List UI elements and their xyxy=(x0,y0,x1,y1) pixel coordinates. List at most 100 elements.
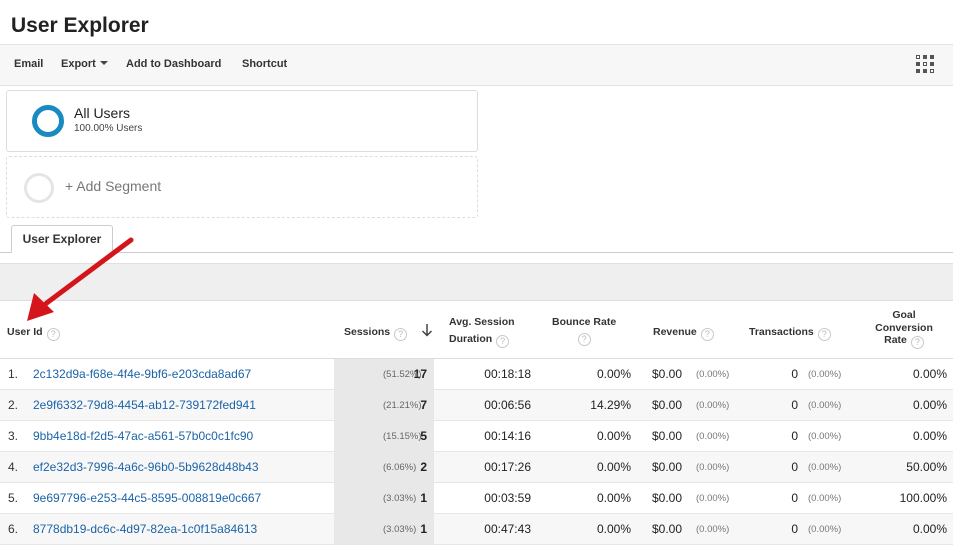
row-index: 4. xyxy=(8,460,19,474)
revenue-percent: (0.00%) xyxy=(696,369,730,380)
revenue-percent: (0.00%) xyxy=(696,431,730,442)
revenue-value: $0.00 xyxy=(652,398,683,412)
sessions-value: 1 xyxy=(420,522,427,536)
sessions-percent: (3.03%) xyxy=(383,524,417,535)
page-title: User Explorer xyxy=(11,14,149,37)
help-icon[interactable]: ? xyxy=(577,333,591,346)
segment-ring-icon xyxy=(32,105,64,137)
transactions-value: 0 xyxy=(791,367,798,381)
header-user-id[interactable]: User Id? xyxy=(7,326,60,341)
transactions-value: 0 xyxy=(791,491,798,505)
revenue-value: $0.00 xyxy=(652,429,683,443)
header-sessions-label: Sessions xyxy=(344,326,391,338)
table-row: 6. 8778db19-dc6c-4d97-82ea-1c0f15a84613 … xyxy=(0,514,953,545)
header-avg-session-line1: Avg. Session xyxy=(449,316,515,328)
bounce-rate: 0.00% xyxy=(596,429,631,443)
row-index: 1. xyxy=(8,367,19,381)
help-icon[interactable]: ? xyxy=(46,328,60,341)
header-goal-line1: Goal xyxy=(892,309,916,321)
user-id-link[interactable]: 2c132d9a-f68e-4f4e-9bf6-e203cda8ad67 xyxy=(33,367,251,381)
row-index: 6. xyxy=(8,522,19,536)
export-label: Export xyxy=(61,58,96,70)
transactions-value: 0 xyxy=(791,398,798,412)
goal-conversion-rate: 100.00% xyxy=(899,491,947,505)
row-index: 5. xyxy=(8,491,19,505)
bounce-rate: 14.29% xyxy=(590,398,631,412)
transactions-percent: (0.00%) xyxy=(808,400,842,411)
avg-session-duration: 00:47:43 xyxy=(484,522,531,536)
grid-icon[interactable] xyxy=(916,55,934,73)
avg-session-duration: 00:18:18 xyxy=(484,367,531,381)
empty-ring-icon xyxy=(24,173,54,203)
user-id-link[interactable]: ef2e32d3-7996-4a6c-96b0-5b9628d48b43 xyxy=(33,460,259,474)
user-id-link[interactable]: 9bb4e18d-f2d5-47ac-a561-57b0c0c1fc90 xyxy=(33,429,253,443)
header-user-id-label: User Id xyxy=(7,326,43,338)
sessions-percent: (21.21%) xyxy=(383,400,422,411)
tab-user-explorer[interactable]: User Explorer xyxy=(11,225,113,253)
header-goal-line2: Conversion xyxy=(875,321,933,334)
table-row: 2. 2e9f6332-79d8-4454-ab12-739172fed941 … xyxy=(0,390,953,421)
transactions-percent: (0.00%) xyxy=(808,431,842,442)
help-icon[interactable]: ? xyxy=(700,328,714,341)
email-button[interactable]: Email xyxy=(14,58,43,70)
sessions-percent: (6.06%) xyxy=(383,462,417,473)
header-revenue-label: Revenue xyxy=(653,326,697,338)
header-revenue[interactable]: Revenue? xyxy=(653,326,714,341)
tab-divider xyxy=(0,252,953,253)
user-id-link[interactable]: 9e697796-e253-44c5-8595-008819e0c667 xyxy=(33,491,261,505)
table-row: 1. 2c132d9a-f68e-4f4e-9bf6-e203cda8ad67 … xyxy=(0,359,953,390)
table-header: User Id? Sessions? Avg. Session Duration… xyxy=(0,300,953,359)
user-id-link[interactable]: 8778db19-dc6c-4d97-82ea-1c0f15a84613 xyxy=(33,522,257,536)
sessions-percent: (3.03%) xyxy=(383,493,417,504)
bounce-rate: 0.00% xyxy=(596,491,631,505)
caret-down-icon xyxy=(99,61,108,65)
header-sessions[interactable]: Sessions? xyxy=(344,326,408,341)
shortcut-button[interactable]: Shortcut xyxy=(242,58,287,70)
revenue-percent: (0.00%) xyxy=(696,462,730,473)
goal-conversion-rate: 50.00% xyxy=(906,460,947,474)
transactions-percent: (0.00%) xyxy=(808,462,842,473)
segment-name: All Users xyxy=(74,105,131,121)
sessions-percent: (15.15%) xyxy=(383,431,422,442)
header-avg-session-duration[interactable]: Avg. Session Duration? xyxy=(449,316,515,348)
header-goal-line3: Rate xyxy=(884,334,907,346)
revenue-percent: (0.00%) xyxy=(696,524,730,535)
transactions-percent: (0.00%) xyxy=(808,369,842,380)
add-to-dashboard-button[interactable]: Add to Dashboard xyxy=(126,58,221,70)
help-icon[interactable]: ? xyxy=(496,335,510,348)
export-button[interactable]: Export xyxy=(61,58,108,70)
revenue-value: $0.00 xyxy=(652,522,683,536)
table-row: 5. 9e697796-e253-44c5-8595-008819e0c667 … xyxy=(0,483,953,514)
bounce-rate: 0.00% xyxy=(596,460,631,474)
row-index: 2. xyxy=(8,398,19,412)
help-icon[interactable]: ? xyxy=(817,328,831,341)
segment-all-users[interactable]: All Users 100.00% Users xyxy=(6,90,478,152)
avg-session-duration: 00:03:59 xyxy=(484,491,531,505)
goal-conversion-rate: 0.00% xyxy=(912,429,947,443)
transactions-value: 0 xyxy=(791,522,798,536)
avg-session-duration: 00:14:16 xyxy=(484,429,531,443)
add-segment-button[interactable]: + Add Segment xyxy=(6,156,478,218)
user-id-link[interactable]: 2e9f6332-79d8-4454-ab12-739172fed941 xyxy=(33,398,256,412)
help-icon[interactable]: ? xyxy=(910,336,924,349)
revenue-percent: (0.00%) xyxy=(696,493,730,504)
revenue-value: $0.00 xyxy=(652,367,683,381)
table-body: 1. 2c132d9a-f68e-4f4e-9bf6-e203cda8ad67 … xyxy=(0,359,953,545)
transactions-value: 0 xyxy=(791,460,798,474)
header-bounce-rate[interactable]: Bounce Rate ? xyxy=(552,316,616,346)
bounce-rate: 0.00% xyxy=(596,367,631,381)
segment-percentage: 100.00% Users xyxy=(74,123,143,134)
goal-conversion-rate: 0.00% xyxy=(912,398,947,412)
revenue-percent: (0.00%) xyxy=(696,400,730,411)
revenue-value: $0.00 xyxy=(652,460,683,474)
header-transactions[interactable]: Transactions? xyxy=(749,326,831,341)
sort-down-arrow-icon[interactable] xyxy=(421,323,433,337)
avg-session-duration: 00:06:56 xyxy=(484,398,531,412)
toolbar: Email Export Add to Dashboard Shortcut xyxy=(0,44,953,86)
sessions-value: 2 xyxy=(420,460,427,474)
help-icon[interactable]: ? xyxy=(394,328,408,341)
header-goal-conversion-rate[interactable]: Goal Conversion Rate? xyxy=(868,309,940,349)
transactions-percent: (0.00%) xyxy=(808,493,842,504)
transactions-percent: (0.00%) xyxy=(808,524,842,535)
transactions-value: 0 xyxy=(791,429,798,443)
